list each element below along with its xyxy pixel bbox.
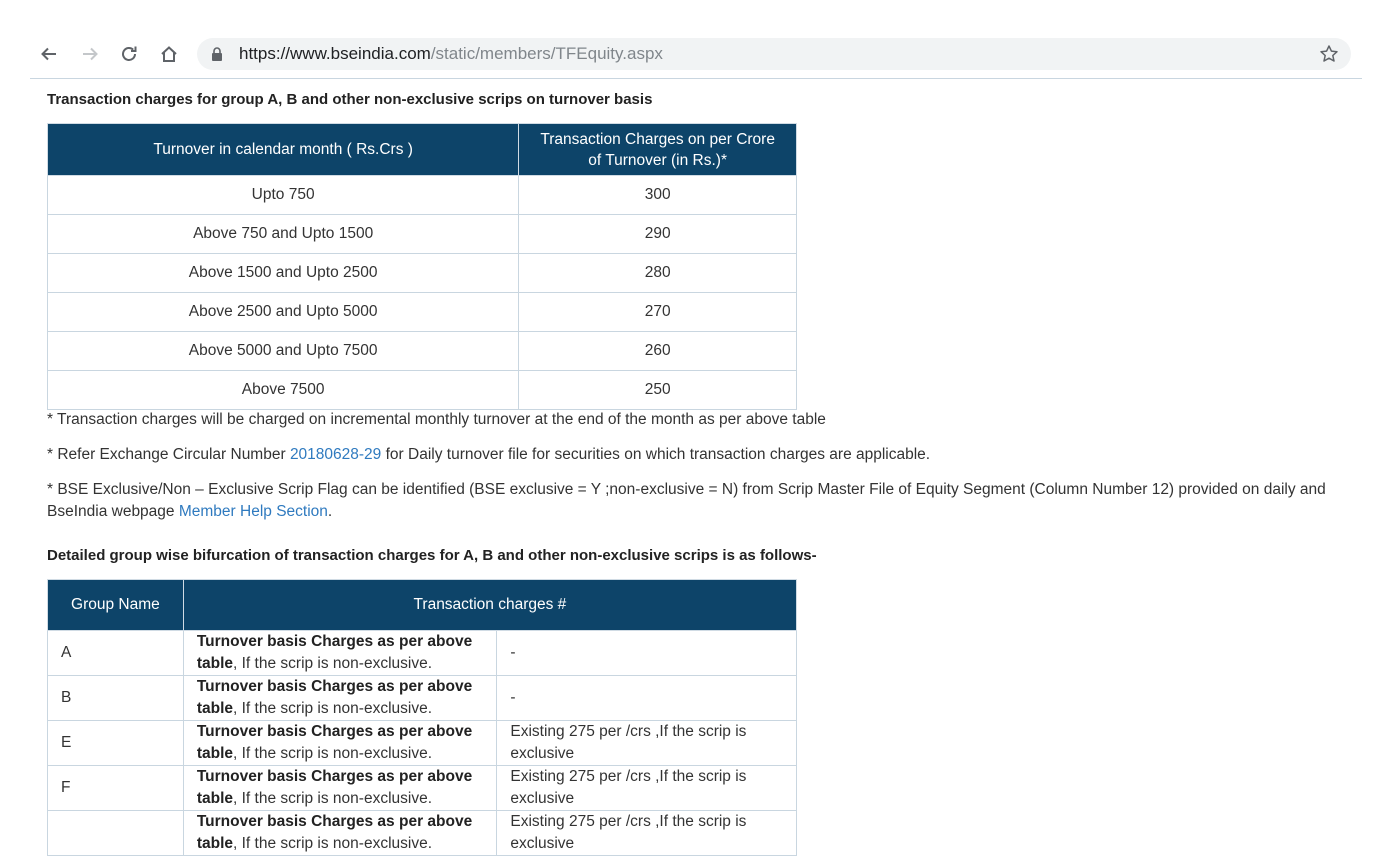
charge-plain-text: , If the scrip is non-exclusive.	[233, 790, 433, 807]
turnover-charges-table: Turnover in calendar month ( Rs.Crs ) Tr…	[46, 123, 797, 410]
exclusive-charge-cell: -	[496, 630, 797, 676]
member-help-link[interactable]: Member Help Section	[179, 503, 328, 520]
charge-cell: 290	[518, 214, 797, 254]
turnover-cell: Above 2500 and Upto 5000	[46, 292, 520, 332]
column-header-charges: Transaction Charges on per Crore of Turn…	[518, 123, 797, 176]
turnover-cell: Above 5000 and Upto 7500	[46, 331, 520, 371]
url-host: https://www.bseindia.com	[239, 44, 431, 63]
home-icon[interactable]	[157, 42, 181, 66]
charge-description-cell: Turnover basis Charges as per above tabl…	[182, 720, 498, 766]
table-row: Upto 750 300	[46, 175, 797, 215]
column-header-transaction-charges: Transaction charges #	[182, 579, 798, 631]
table-header-row: Group Name Transaction charges #	[47, 579, 798, 631]
charge-description-cell: Turnover basis Charges as per above tabl…	[182, 630, 498, 676]
note-exclusive-flag: * BSE Exclusive/Non – Exclusive Scrip Fl…	[47, 479, 1362, 523]
charge-cell: 270	[518, 292, 797, 332]
forward-arrow-icon[interactable]	[78, 42, 102, 66]
reload-icon[interactable]	[117, 42, 141, 66]
toolbar-divider	[30, 78, 1362, 79]
note-circular-prefix: * Refer Exchange Circular Number	[47, 446, 290, 463]
table-row: Above 5000 and Upto 7500 260	[46, 331, 797, 371]
table-row: A Turnover basis Charges as per above ta…	[47, 630, 797, 676]
group-cell: E	[47, 720, 184, 766]
group-charges-table: Group Name Transaction charges # A Turno…	[47, 579, 798, 856]
charge-cell: 250	[518, 370, 797, 410]
table-row: Above 750 and Upto 1500 290	[46, 214, 797, 254]
table-row: Above 1500 and Upto 2500 280	[46, 253, 797, 293]
charge-plain-text: , If the scrip is non-exclusive.	[233, 700, 433, 717]
charge-plain-text: , If the scrip is non-exclusive.	[233, 655, 433, 672]
charge-plain-text: , If the scrip is non-exclusive.	[233, 835, 433, 852]
group-cell: F	[47, 765, 184, 811]
turnover-cell: Above 1500 and Upto 2500	[46, 253, 520, 293]
note-circular: * Refer Exchange Circular Number 2018062…	[47, 444, 930, 466]
note-incremental: * Transaction charges will be charged on…	[47, 411, 826, 428]
charge-description-cell: Turnover basis Charges as per above tabl…	[182, 675, 498, 721]
charge-cell: 260	[518, 331, 797, 371]
column-header-turnover: Turnover in calendar month ( Rs.Crs )	[46, 123, 520, 176]
table-row: Above 2500 and Upto 5000 270	[46, 292, 797, 332]
charge-cell: 300	[518, 175, 797, 215]
group-cell: A	[47, 630, 184, 676]
charge-description-cell: Turnover basis Charges as per above tabl…	[182, 765, 498, 811]
table-row: E Turnover basis Charges as per above ta…	[47, 720, 797, 766]
turnover-cell: Upto 750	[46, 175, 520, 215]
bookmark-star-icon[interactable]	[1319, 44, 1339, 64]
url-path: /static/members/TFEquity.aspx	[430, 44, 663, 63]
table-row: F Turnover basis Charges as per above ta…	[47, 765, 797, 811]
exclusive-charge-cell: Existing 275 per /crs ,If the scrip is e…	[496, 765, 797, 811]
exclusive-charge-cell: Existing 275 per /crs ,If the scrip is e…	[496, 810, 797, 856]
table-header-row: Turnover in calendar month ( Rs.Crs ) Tr…	[46, 123, 797, 176]
charge-plain-text: , If the scrip is non-exclusive.	[233, 745, 433, 762]
table-row: Above 7500 250	[46, 370, 797, 410]
address-bar[interactable]: https://www.bseindia.com/static/members/…	[197, 38, 1351, 70]
group-cell: B	[47, 675, 184, 721]
circular-link[interactable]: 20180628-29	[290, 446, 381, 463]
url-text[interactable]: https://www.bseindia.com/static/members/…	[239, 44, 663, 64]
back-arrow-icon[interactable]	[37, 42, 61, 66]
turnover-cell: Above 750 and Upto 1500	[46, 214, 520, 254]
note-exclusive-suffix: .	[327, 503, 333, 520]
charge-description-cell: Turnover basis Charges as per above tabl…	[182, 810, 498, 856]
group-cell	[47, 810, 184, 856]
table-row: B Turnover basis Charges as per above ta…	[47, 675, 797, 721]
lock-icon[interactable]	[211, 47, 223, 61]
charge-cell: 280	[518, 253, 797, 293]
exclusive-charge-cell: -	[496, 675, 797, 721]
section-heading-groupwise: Detailed group wise bifurcation of trans…	[47, 547, 817, 564]
exclusive-charge-cell: Existing 275 per /crs ,If the scrip is e…	[496, 720, 797, 766]
column-header-group: Group Name	[47, 579, 184, 631]
browser-toolbar: https://www.bseindia.com/static/members/…	[0, 30, 1378, 80]
turnover-cell: Above 7500	[46, 370, 520, 410]
section-heading-turnover: Transaction charges for group A, B and o…	[47, 91, 653, 108]
note-circular-suffix: for Daily turnover file for securities o…	[381, 446, 931, 463]
table-row: Turnover basis Charges as per above tabl…	[47, 810, 797, 856]
